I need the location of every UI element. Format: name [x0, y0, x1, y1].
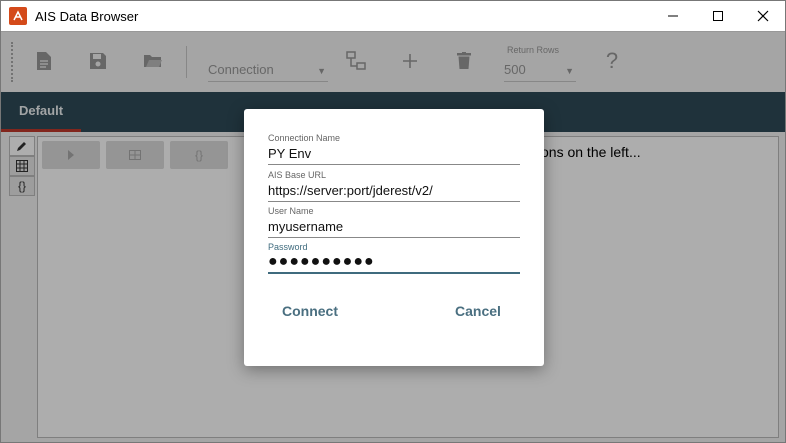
- connection-name-field: Connection Name: [268, 133, 520, 165]
- cancel-button[interactable]: Cancel: [455, 299, 501, 323]
- app-logo-icon: [9, 7, 27, 25]
- connection-name-label: Connection Name: [268, 133, 341, 143]
- password-field: Password: [268, 242, 520, 274]
- connect-button[interactable]: Connect: [282, 299, 338, 323]
- user-name-label: User Name: [268, 206, 314, 216]
- user-name-field: User Name: [268, 206, 520, 238]
- window-title: AIS Data Browser: [35, 8, 139, 24]
- title-bar: AIS Data Browser: [1, 1, 785, 31]
- close-button[interactable]: [740, 1, 785, 31]
- user-name-input[interactable]: [268, 216, 520, 238]
- base-url-field: AIS Base URL: [268, 170, 520, 202]
- maximize-button[interactable]: [695, 1, 740, 31]
- connection-name-input[interactable]: [268, 143, 520, 165]
- connection-dialog: Connection Name AIS Base URL User Name P…: [244, 109, 544, 366]
- base-url-input[interactable]: [268, 180, 520, 202]
- password-label: Password: [268, 242, 308, 252]
- base-url-label: AIS Base URL: [268, 170, 327, 180]
- minimize-button[interactable]: [650, 1, 695, 31]
- password-input[interactable]: [268, 252, 520, 274]
- app-window: AIS Data Browser Connection ▼ Return Row…: [0, 0, 786, 443]
